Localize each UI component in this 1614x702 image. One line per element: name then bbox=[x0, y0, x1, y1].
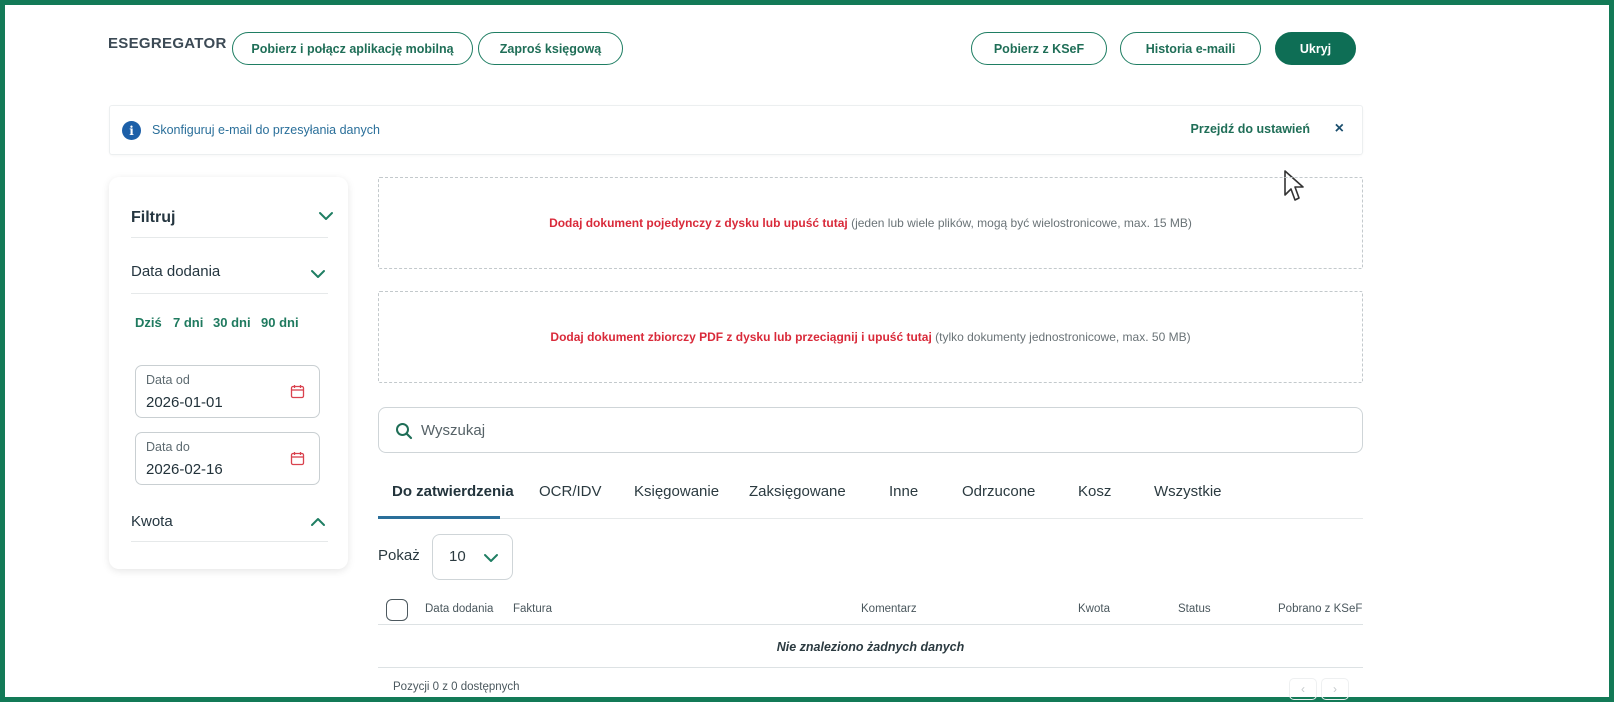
batch-upload-action[interactable]: Dodaj dokument zbiorczy PDF z dysku lub … bbox=[550, 330, 931, 344]
email-config-banner: i Skonfiguruj e-mail do przesyłania dany… bbox=[109, 105, 1363, 155]
search-input[interactable]: Wyszukaj bbox=[378, 407, 1363, 453]
calendar-icon[interactable] bbox=[290, 451, 305, 466]
divider bbox=[131, 541, 328, 542]
batch-upload-hint: (tylko dokumenty jednostronicowe, max. 5… bbox=[931, 330, 1191, 344]
search-placeholder: Wyszukaj bbox=[421, 422, 486, 439]
date-added-label: Data dodania bbox=[131, 263, 221, 280]
prev-page-button[interactable]: ‹ bbox=[1289, 678, 1317, 700]
table-footer-count: Pozycji 0 z 0 dostępnych bbox=[393, 681, 520, 693]
table-header: Data dodania Faktura Komentarz Kwota Sta… bbox=[378, 597, 1363, 625]
app-frame: ESEGREGATOR Pobierz i połącz aplikację m… bbox=[0, 0, 1614, 702]
info-icon: i bbox=[122, 121, 141, 140]
column-ksef-downloaded[interactable]: Pobrano z KSeF bbox=[1278, 603, 1362, 615]
page-size-value: 10 bbox=[449, 548, 466, 565]
column-amount[interactable]: Kwota bbox=[1078, 603, 1110, 615]
batch-upload-dropzone[interactable]: Dodaj dokument zbiorczy PDF z dysku lub … bbox=[378, 291, 1363, 383]
banner-message: Skonfiguruj e-mail do przesyłania danych bbox=[152, 123, 380, 137]
close-icon[interactable]: × bbox=[1335, 120, 1344, 138]
search-icon bbox=[396, 423, 413, 440]
quick-filter-today[interactable]: Dziś bbox=[135, 315, 162, 330]
chevron-down-icon bbox=[484, 554, 498, 562]
active-tab-indicator bbox=[378, 516, 500, 519]
tab-inne[interactable]: Inne bbox=[889, 483, 918, 500]
filter-panel: Filtruj Data dodania Dziś 7 dni 30 dni 9… bbox=[109, 177, 348, 569]
download-ksef-button[interactable]: Pobierz z KSeF bbox=[971, 32, 1107, 65]
quick-filter-90-days[interactable]: 90 dni bbox=[261, 315, 299, 330]
chevron-down-icon[interactable] bbox=[317, 207, 335, 225]
quick-filter-30-days[interactable]: 30 dni bbox=[213, 315, 251, 330]
date-from-label: Data od bbox=[146, 373, 190, 387]
date-to-value: 2026-02-16 bbox=[146, 461, 223, 478]
hide-button[interactable]: Ukryj bbox=[1275, 32, 1356, 65]
divider bbox=[131, 237, 328, 238]
column-date-added[interactable]: Data dodania bbox=[425, 603, 493, 615]
invite-accountant-button[interactable]: Zaproś księgową bbox=[478, 32, 623, 65]
single-upload-dropzone[interactable]: Dodaj dokument pojedynczy z dysku lub up… bbox=[378, 177, 1363, 269]
tab-kosz[interactable]: Kosz bbox=[1078, 483, 1111, 500]
chevron-down-icon[interactable] bbox=[309, 265, 327, 283]
mobile-app-button[interactable]: Pobierz i połącz aplikację mobilną bbox=[232, 32, 473, 65]
column-invoice[interactable]: Faktura bbox=[513, 603, 552, 615]
filter-title: Filtruj bbox=[131, 209, 176, 226]
tab-do-zatwierdzenia[interactable]: Do zatwierdzenia bbox=[392, 483, 514, 500]
go-to-settings-link[interactable]: Przejdź do ustawień bbox=[1191, 122, 1310, 136]
date-from-value: 2026-01-01 bbox=[146, 394, 223, 411]
tab-wszystkie[interactable]: Wszystkie bbox=[1154, 483, 1222, 500]
email-history-button[interactable]: Historia e-maili bbox=[1120, 32, 1261, 65]
calendar-icon[interactable] bbox=[290, 384, 305, 399]
tab-odrzucone[interactable]: Odrzucone bbox=[962, 483, 1035, 500]
select-all-checkbox[interactable] bbox=[386, 599, 408, 621]
next-page-button[interactable]: › bbox=[1321, 678, 1349, 700]
page-size-select[interactable]: 10 bbox=[432, 534, 513, 580]
amount-label: Kwota bbox=[131, 513, 173, 530]
status-tabs: Do zatwierdzenia OCR/IDV Księgowanie Zak… bbox=[378, 475, 1363, 519]
column-status[interactable]: Status bbox=[1178, 603, 1211, 615]
date-to-label: Data do bbox=[146, 440, 190, 454]
single-upload-action[interactable]: Dodaj dokument pojedynczy z dysku lub up… bbox=[549, 216, 848, 230]
chevron-up-icon[interactable] bbox=[309, 513, 327, 531]
tab-ksiegowanie[interactable]: Księgowanie bbox=[634, 483, 719, 500]
brand-title: ESEGREGATOR bbox=[108, 35, 227, 52]
date-to-field[interactable]: Data do 2026-02-16 bbox=[135, 432, 320, 485]
quick-filter-7-days[interactable]: 7 dni bbox=[173, 315, 203, 330]
empty-table-message: Nie znaleziono żadnych danych bbox=[378, 626, 1363, 668]
divider bbox=[131, 293, 328, 294]
tab-ocr-idv[interactable]: OCR/IDV bbox=[539, 483, 602, 500]
tab-zaksiegowane[interactable]: Zaksięgowane bbox=[749, 483, 846, 500]
column-comment[interactable]: Komentarz bbox=[861, 603, 917, 615]
date-from-field[interactable]: Data od 2026-01-01 bbox=[135, 365, 320, 418]
page-size-label: Pokaż bbox=[378, 547, 420, 564]
single-upload-hint: (jeden lub wiele plików, mogą być wielos… bbox=[847, 216, 1192, 230]
